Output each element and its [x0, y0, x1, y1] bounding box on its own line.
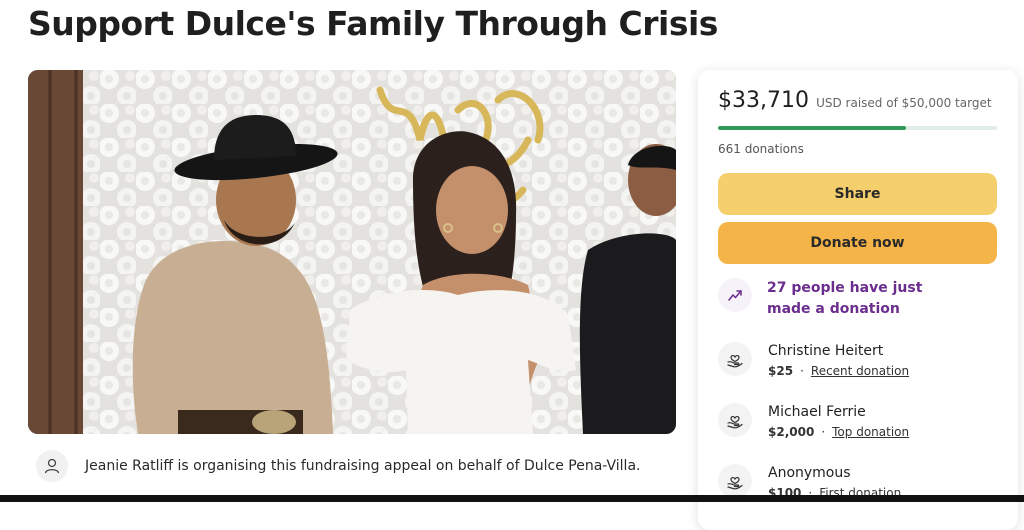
campaign-photo	[28, 70, 676, 434]
donation-panel: $33,710 USD raised of $50,000 target 661…	[698, 70, 1018, 530]
progress-bar	[718, 126, 997, 130]
donor-amount: $2,000	[768, 425, 815, 439]
separator-dot: ·	[821, 425, 826, 439]
donor-amount: $25	[768, 364, 794, 378]
donor-item: Michael Ferrie $2,000 · Top donation	[718, 403, 909, 439]
donor-name: Anonymous	[768, 465, 851, 481]
heart-hand-icon	[718, 464, 752, 498]
bottom-bar	[0, 495, 1024, 502]
heart-hand-icon	[718, 342, 752, 376]
trending-up-icon	[718, 278, 752, 312]
organiser-row: Jeanie Ratliff is organising this fundra…	[36, 450, 640, 482]
page-title: Support Dulce's Family Through Crisis	[28, 4, 718, 43]
donor-name: Christine Heitert	[768, 343, 884, 359]
recent-activity: 27 people have just made a donation	[718, 278, 967, 320]
recent-activity-text: 27 people have just made a donation	[767, 280, 923, 317]
organiser-text: Jeanie Ratliff is organising this fundra…	[85, 458, 641, 474]
raised-amount: $33,710	[718, 88, 809, 113]
top-donation-link[interactable]: Top donation	[832, 425, 909, 439]
recent-donation-link[interactable]: Recent donation	[811, 364, 909, 378]
donor-name: Michael Ferrie	[768, 404, 866, 420]
donate-button[interactable]: Donate now	[718, 222, 997, 264]
share-button[interactable]: Share	[718, 173, 997, 215]
separator-dot: ·	[800, 364, 804, 378]
user-icon	[36, 450, 68, 482]
progress-fill	[718, 126, 907, 130]
donations-count: 661 donations	[718, 142, 804, 156]
raised-target-text: USD raised of $50,000 target	[816, 96, 992, 110]
heart-hand-icon	[718, 403, 752, 437]
raised-summary: $33,710 USD raised of $50,000 target	[718, 88, 992, 113]
donor-item: Christine Heitert $25 · Recent donation	[718, 342, 909, 378]
